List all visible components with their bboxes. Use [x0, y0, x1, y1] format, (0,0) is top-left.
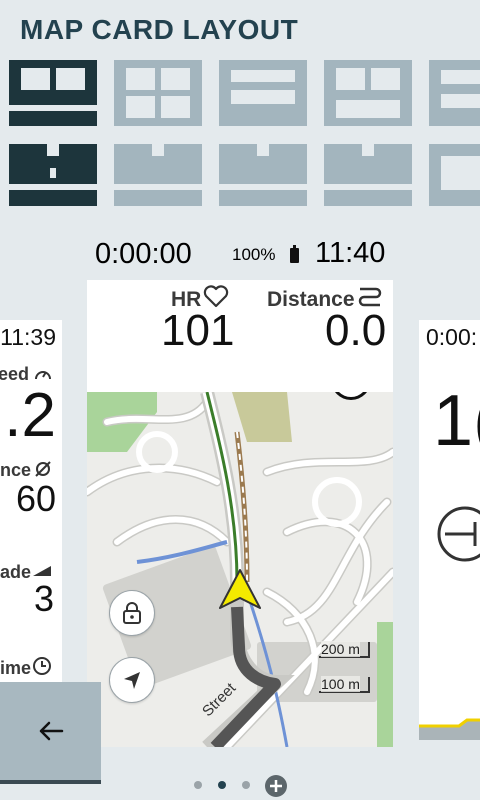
map-lock-button[interactable]: [109, 590, 155, 636]
scale-label-200: 200 m: [321, 641, 360, 657]
right-value: 1(: [433, 381, 480, 461]
map-view[interactable]: Street 200 m 100 m: [87, 392, 393, 747]
elevation-graph-icon: [419, 718, 480, 740]
lock-icon: [123, 602, 141, 624]
map-recenter-button[interactable]: [109, 657, 155, 703]
layout-option-3[interactable]: [219, 60, 307, 206]
page-dot-1[interactable]: [194, 781, 202, 789]
left-preview-card[interactable]: 11:39 eed .2 nce 60 ade 3 ime: [0, 320, 62, 740]
target-icon: [437, 506, 480, 562]
clock-icon: [33, 657, 51, 675]
main-card-fields: HR 101 Distance 0.0: [87, 280, 393, 392]
battery-icon: [290, 245, 299, 263]
pagination: [0, 772, 480, 800]
main-card-header: 0:00:00 100% 11:40: [87, 228, 393, 280]
grade-icon: [33, 566, 51, 576]
navigation-arrow-icon: [124, 672, 140, 689]
left-field-speed-value: .2: [4, 381, 56, 450]
left-field-distance-value: 60: [15, 478, 56, 519]
hr-value: 101: [161, 306, 235, 355]
layout-option-2[interactable]: [114, 60, 202, 206]
right-preview-card[interactable]: 0:00: 1(: [419, 320, 480, 740]
arrow-left-icon: [39, 721, 63, 741]
avg-icon: [35, 461, 51, 477]
add-page-button[interactable]: [265, 775, 287, 797]
right-time: 0:00:: [426, 324, 478, 350]
left-field-grade-label: ade: [0, 562, 32, 582]
back-button[interactable]: [0, 682, 101, 784]
left-field-grade-value: 3: [33, 578, 54, 619]
layout-option-1-selected[interactable]: [9, 60, 97, 206]
page-dot-3[interactable]: [242, 781, 250, 789]
clock-time: 11:40: [315, 237, 386, 269]
layout-option-5[interactable]: [429, 60, 480, 206]
elapsed-time: 0:00:00: [95, 238, 192, 270]
scale-label-100: 100 m: [321, 676, 360, 692]
page-dot-2-active[interactable]: [218, 781, 226, 789]
position-arrow-icon: [219, 569, 261, 609]
left-clock: 11:39: [0, 324, 56, 350]
plus-icon: [270, 780, 282, 792]
layout-option-4[interactable]: [324, 60, 412, 206]
distance-value: 0.0: [325, 306, 387, 355]
left-field-time-label: ime: [0, 658, 32, 678]
battery-percent: 100%: [232, 245, 276, 264]
layout-options: [0, 0, 480, 220]
